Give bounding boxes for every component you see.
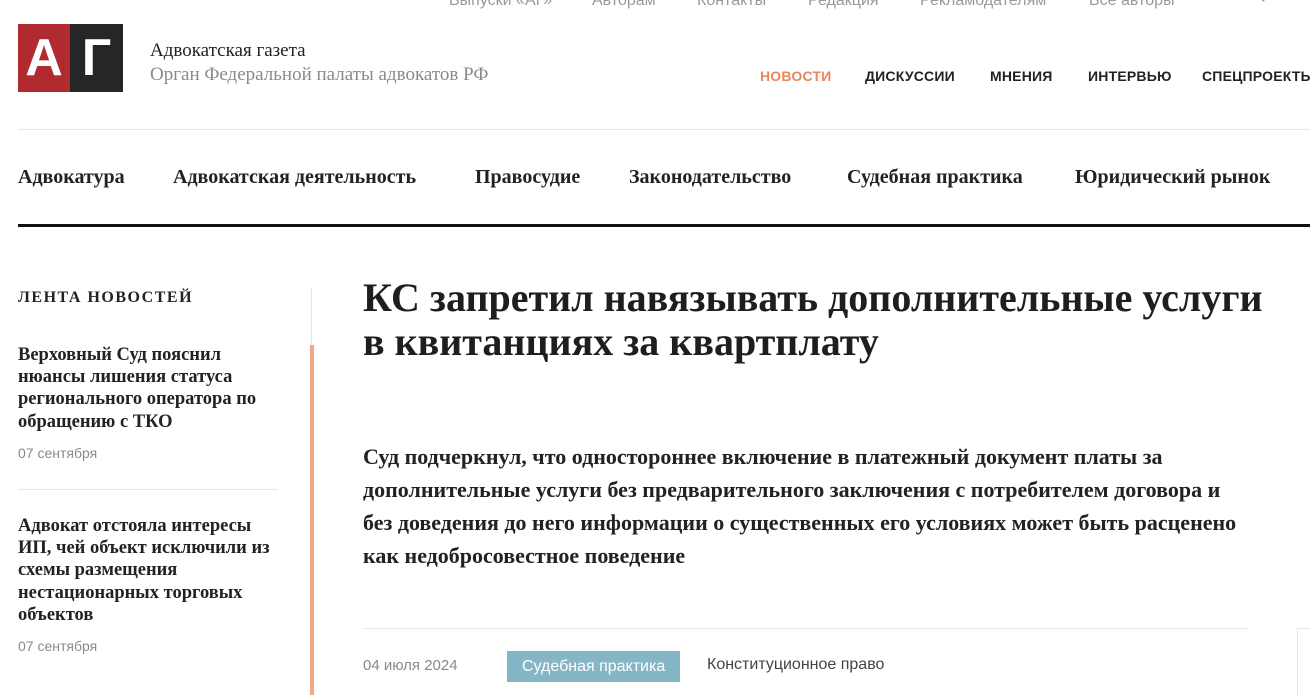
article-tag[interactable]: Конституционное право: [707, 656, 884, 674]
top-nav-contacts[interactable]: Контакты: [697, 0, 766, 10]
side-widget-edge: [1297, 628, 1310, 695]
main-nav-opinions[interactable]: МНЕНИЯ: [990, 68, 1053, 84]
news-item-date: 07 сентября: [18, 638, 98, 655]
main-nav-special-projects[interactable]: СПЕЦПРОЕКТЫ: [1202, 68, 1310, 84]
category-justice[interactable]: Правосудие: [475, 166, 580, 189]
article-lead: Суд подчеркнул, что одностороннее включе…: [363, 444, 1237, 568]
category-legal-market[interactable]: Юридический рынок: [1075, 166, 1270, 189]
header-divider: [18, 129, 1310, 130]
news-separator: [18, 489, 278, 490]
top-nav-issues[interactable]: Выпуски «АГ»: [449, 0, 552, 10]
article-date: 04 июля 2024: [363, 657, 458, 674]
news-item-title[interactable]: Адвокат отстояла интересы ИП, чей объект…: [18, 515, 280, 626]
category-court-practice[interactable]: Судебная практика: [847, 166, 1023, 189]
site-name: Адвокатская газета: [150, 40, 306, 61]
category-legislation[interactable]: Законодательство: [629, 166, 791, 189]
site-subtitle: Орган Федеральной палаты адвокатов РФ: [150, 64, 489, 85]
article-meta-divider: [363, 628, 1248, 629]
top-nav-advertisers[interactable]: Рекламодателям: [920, 0, 1046, 10]
top-nav-editorial[interactable]: Редакция: [808, 0, 879, 10]
news-feed-item: Верховный Суд пояснил нюансы лишения ста…: [18, 344, 280, 461]
top-nav-authors[interactable]: Авторам: [592, 0, 656, 10]
article-category-badge[interactable]: Судебная практика: [507, 651, 681, 682]
main-nav-news[interactable]: НОВОСТИ: [760, 68, 831, 84]
article-title: КС запретил навязывать дополнительные ус…: [363, 275, 1263, 364]
logo-letter-g: Г: [70, 24, 123, 92]
main-nav-discussions[interactable]: ДИСКУССИИ: [865, 68, 955, 84]
top-nav-all-authors[interactable]: Все авторы: [1089, 0, 1175, 10]
news-item-title[interactable]: Верховный Суд пояснил нюансы лишения ста…: [18, 344, 280, 433]
news-feed-item: Адвокат отстояла интересы ИП, чей объект…: [18, 515, 280, 654]
news-item-date: 07 сентября: [18, 444, 98, 461]
category-advocacy-activity[interactable]: Адвокатская деятельность: [173, 166, 416, 189]
category-divider: [18, 224, 1310, 227]
site-logo[interactable]: А Г: [18, 24, 123, 92]
sidebar-scroll-indicator: [310, 345, 314, 695]
category-bar[interactable]: Адвокатура: [18, 166, 125, 189]
sidebar-divider: [311, 289, 312, 345]
main-nav-interviews[interactable]: ИНТЕРВЬЮ: [1088, 68, 1172, 84]
sidebar-title: ЛЕНТА НОВОСТЕЙ: [18, 289, 194, 306]
logo-letter-a: А: [18, 24, 70, 92]
search-icon[interactable]: [1251, 0, 1265, 2]
